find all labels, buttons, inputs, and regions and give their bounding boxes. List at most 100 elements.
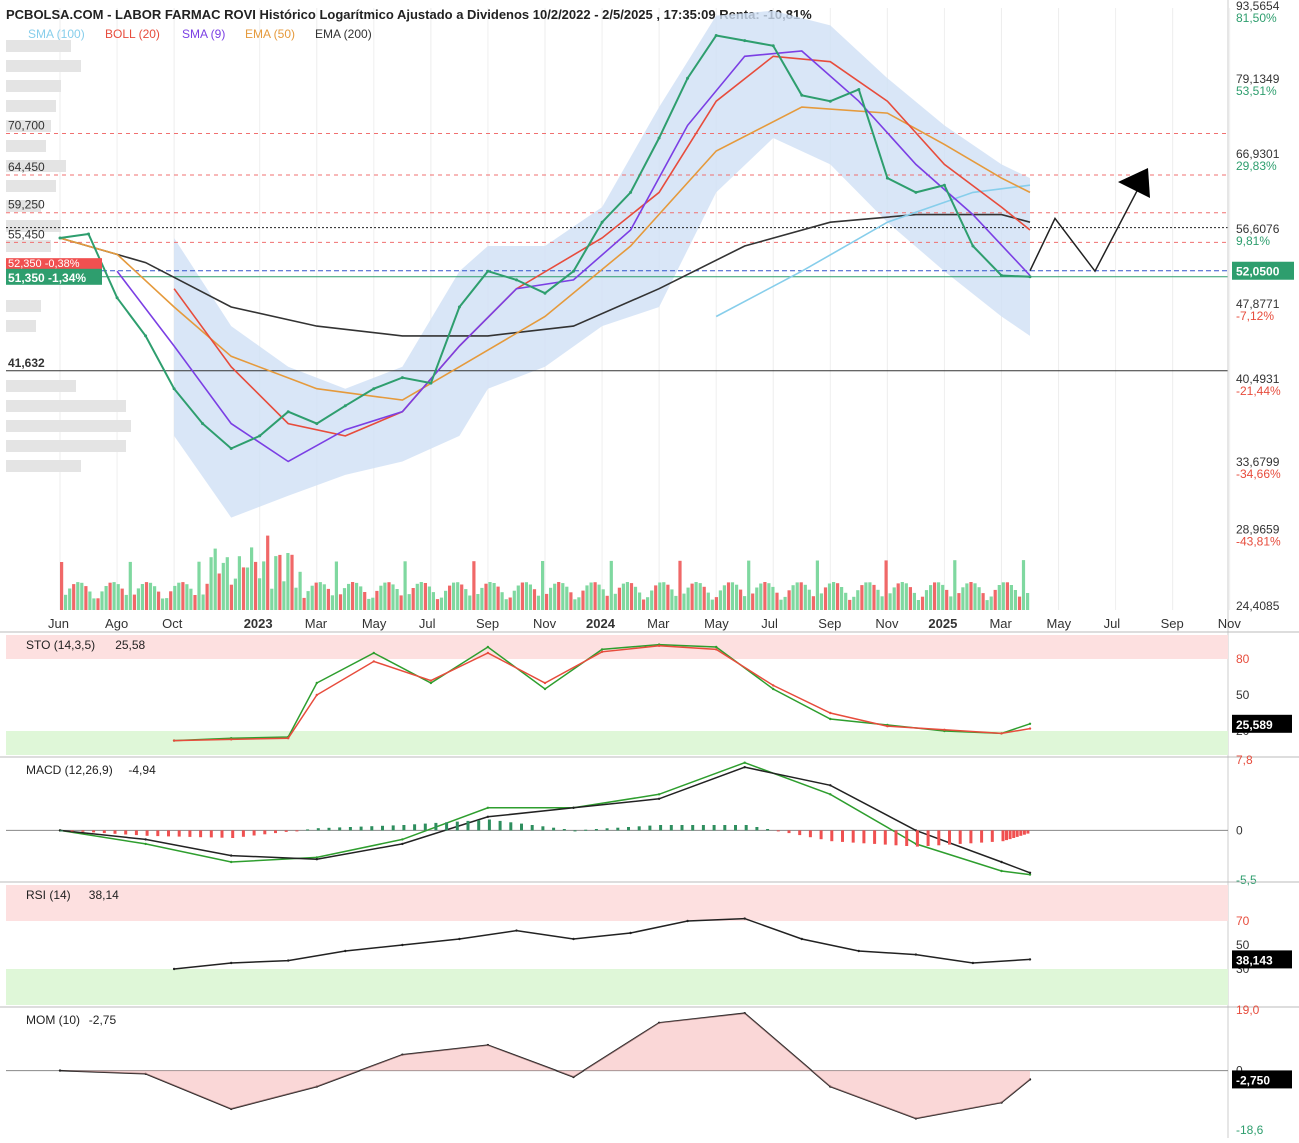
volume-bar [726,582,731,610]
macd-histogram-bar [402,825,406,831]
price-point [229,447,233,450]
volume-bar [981,593,985,610]
panel-series-point [486,806,490,809]
volume-bar [868,582,872,610]
panel-series-point [829,711,832,715]
macd-histogram-bar [231,830,235,838]
macd-histogram-bar [958,830,962,844]
volume-bar [116,584,120,610]
volume-bar [302,597,306,610]
volume-bar [985,600,989,610]
volume-bar [468,595,472,610]
volume-bar [108,582,112,610]
volume-bar [977,587,981,610]
volume-bar [367,598,371,610]
chart-root: PCBOLSA.COM - LABOR FARMAC ROVI Históric… [0,0,1299,1138]
volume-bar [112,582,116,610]
panel-series-point [315,693,318,697]
volume-bar [153,586,157,610]
volume-bar [427,586,431,610]
volume-bar [710,599,714,610]
volume-bar [629,583,634,610]
macd-histogram-bar [177,830,181,837]
x-tick-label: Mar [989,616,1012,631]
macd-histogram-bar [102,830,106,834]
x-tick-label: 2024 [586,616,616,631]
macd-histogram-bar [220,830,224,838]
volume-bar [181,582,185,610]
volume-bar [60,562,64,610]
volume-bar [973,583,977,610]
volume-bar [217,573,221,610]
volume-bar [589,582,593,610]
macd-histogram-bar [830,830,834,842]
macd-histogram-bar [295,830,299,832]
volume-bar [488,582,492,610]
macd-histogram-bar [841,830,844,842]
volume-bar [439,597,444,610]
volume-bar [391,584,395,610]
level-label: 41,632 [8,356,45,370]
volume-bar [840,587,844,610]
volume-bar [811,596,815,610]
price-point [429,381,433,385]
panel-series-point [1000,869,1003,873]
macd-histogram-bar [701,825,705,831]
panel-series-point [572,937,575,941]
macd-histogram-bar [327,827,331,831]
volume-bar [799,582,803,610]
volume-bar [993,589,997,610]
volume-bar [929,585,933,610]
volume-bar [528,584,532,610]
volume-bar [613,593,617,610]
volume-bar [322,584,326,610]
panel-series-point [458,937,461,941]
volume-bar [1013,590,1017,610]
panel-title: MACD (12,26,9) [26,763,113,777]
volume-bar [338,594,343,610]
volume-profile-bar [6,460,81,472]
current-price-box-text: 52,0500 [1236,265,1280,279]
volume-profile-bar [6,140,46,152]
panel-series-point [287,959,290,962]
macd-histogram-bar [92,830,96,833]
legend-entry: SMA (100) [28,27,85,41]
volume-profile-bar [6,380,76,392]
volume-bar [767,583,771,610]
y-tick-label: 24,4085 [1236,599,1280,613]
panel-series-point [315,858,318,861]
price-point [87,232,90,236]
macd-histogram-bar [199,830,203,838]
x-tick-label: Jul [761,616,778,631]
x-tick-label: Mar [647,616,670,631]
price-point [885,176,889,180]
x-tick-label: Mar [305,616,328,631]
price-point [743,39,747,43]
volume-bar [969,582,973,610]
volume-profile-bar [6,240,51,252]
volume-bar [735,584,739,610]
volume-bar [84,586,88,610]
macd-histogram-bar [1008,830,1012,840]
level-label: 59,250 [8,198,45,212]
volume-bar [617,587,621,610]
volume-bar [448,585,452,610]
level-label: 55,450 [8,227,45,241]
x-tick-label: 2025 [928,616,957,631]
volume-bar [294,587,298,610]
panel-series-point [401,838,404,841]
macd-histogram-bar [1001,830,1005,842]
volume-profile-bar [6,60,81,72]
volume-profile-bar [6,440,126,452]
volume-bar [597,584,601,610]
volume-bar [355,582,359,610]
macd-histogram-bar [113,830,117,834]
macd-histogram-bar [1019,830,1023,836]
macd-histogram-bar [937,830,941,846]
volume-profile-bar [6,180,56,192]
volume-bar [561,583,565,610]
volume-bar [638,592,642,610]
price-point [543,291,547,295]
volume-bar [254,561,258,610]
y-tick-pct: 53,51% [1236,84,1277,98]
